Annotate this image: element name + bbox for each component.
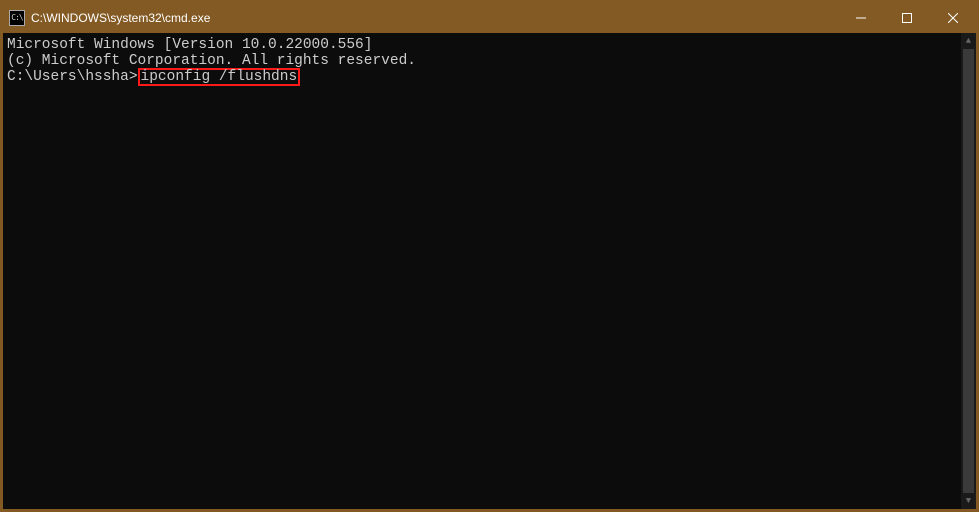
titlebar[interactable]: C:\ C:\WINDOWS\system32\cmd.exe	[3, 3, 976, 33]
command-highlight: ipconfig /flushdns	[138, 68, 301, 86]
maximize-button[interactable]	[884, 3, 930, 33]
scroll-down-icon[interactable]: ▼	[961, 493, 976, 509]
version-line: Microsoft Windows [Version 10.0.22000.55…	[7, 37, 972, 53]
minimize-icon	[856, 13, 866, 23]
cmd-window: C:\ C:\WINDOWS\system32\cmd.exe Mic	[0, 0, 979, 512]
prompt-line: C:\Users\hssha>ipconfig /flushdns	[7, 69, 972, 85]
window-title: C:\WINDOWS\system32\cmd.exe	[31, 11, 210, 25]
minimize-button[interactable]	[838, 3, 884, 33]
copyright-line: (c) Microsoft Corporation. All rights re…	[7, 53, 972, 69]
window-controls	[838, 3, 976, 33]
prompt-text: C:\Users\hssha>	[7, 69, 138, 85]
vertical-scrollbar[interactable]: ▲ ▼	[961, 33, 976, 509]
scroll-up-icon[interactable]: ▲	[961, 33, 976, 49]
close-button[interactable]	[930, 3, 976, 33]
terminal-area[interactable]: Microsoft Windows [Version 10.0.22000.55…	[3, 33, 976, 509]
scroll-track[interactable]	[961, 49, 976, 493]
command-text: ipconfig /flushdns	[141, 69, 298, 85]
cmd-icon: C:\	[9, 10, 25, 26]
close-icon	[948, 13, 958, 23]
maximize-icon	[902, 13, 912, 23]
scroll-thumb[interactable]	[963, 49, 974, 493]
